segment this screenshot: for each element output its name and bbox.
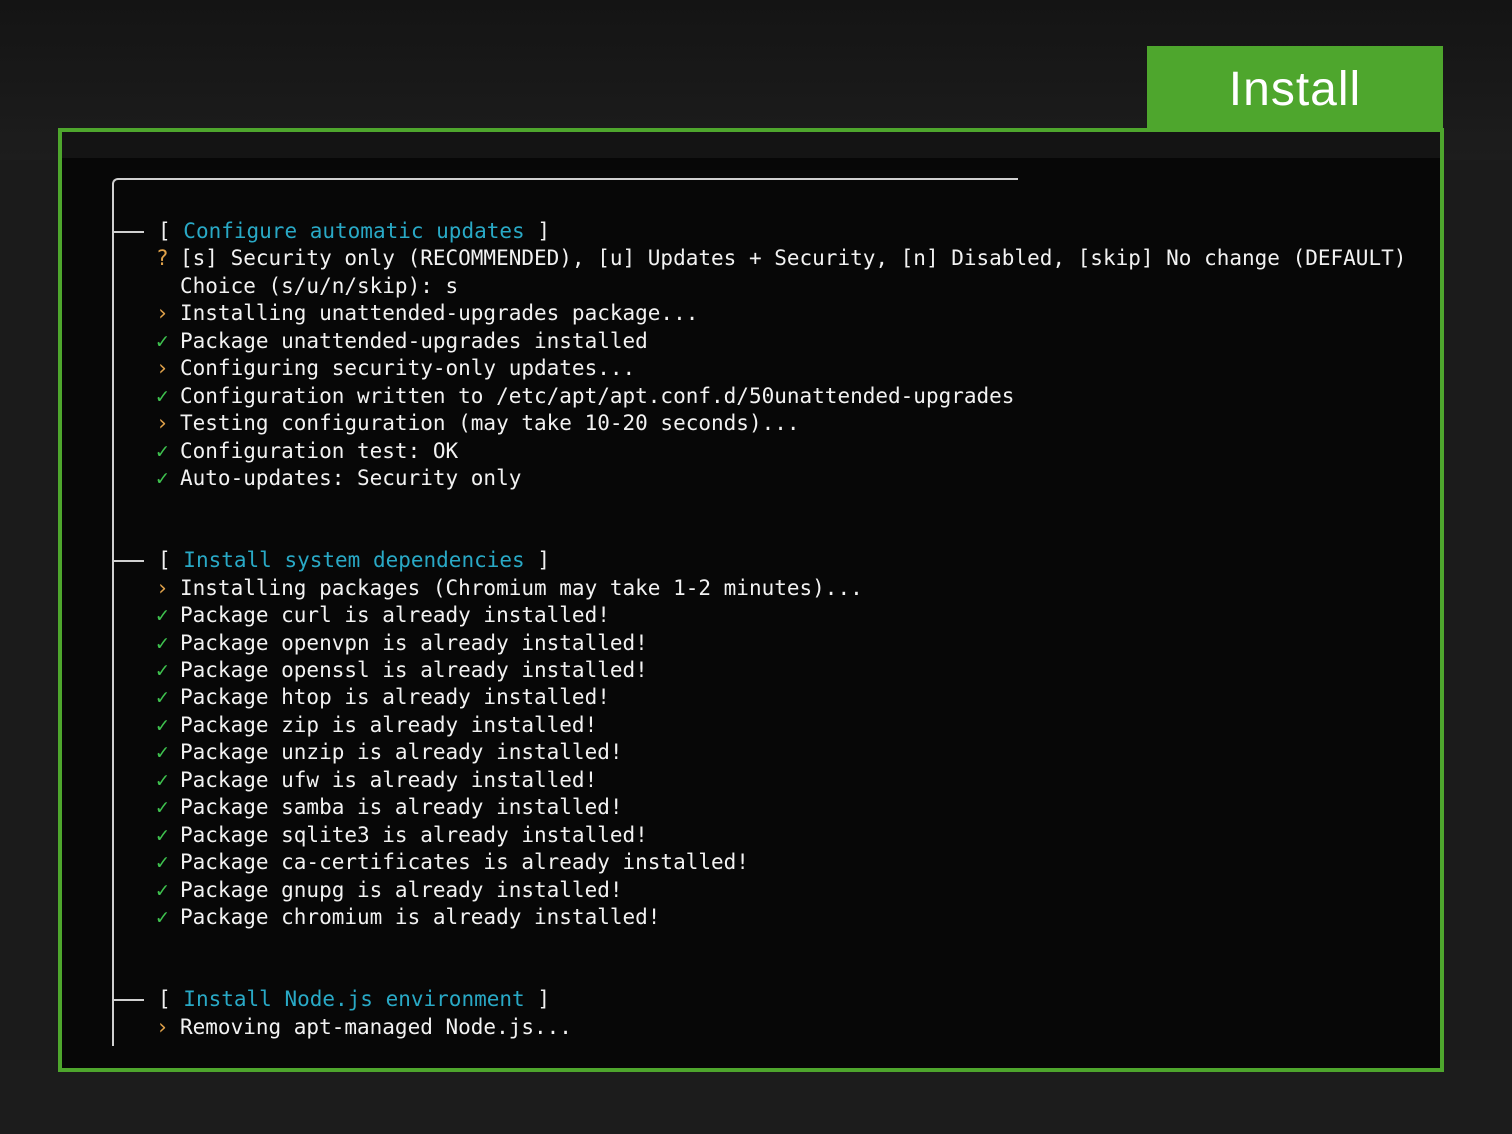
arrow-icon: › (156, 411, 169, 436)
check-icon: ✓ (156, 465, 169, 490)
section-title: Configure automatic updates (183, 219, 525, 243)
log-line: ✓ Package openvpn is already installed! (112, 630, 1406, 657)
log-line: ✓ Configuration test: OK (112, 438, 1406, 465)
tree-top-line (112, 178, 1018, 192)
log-line: ✓ Package unattended-upgrades installed (112, 328, 1406, 355)
log-line: ✓ Package htop is already installed! (112, 684, 1406, 711)
log-text: Package sqlite3 is already installed! (180, 822, 648, 847)
log-line: ✓ Package samba is already installed! (112, 794, 1406, 821)
question-icon: ? (156, 246, 169, 271)
install-title-tab: Install (1147, 46, 1443, 132)
blank-line (112, 959, 1406, 986)
check-icon: ✓ (156, 877, 169, 902)
log-text: Configuring security-only updates... (180, 356, 636, 381)
log-text: Package chromium is already installed! (180, 904, 661, 929)
blank-line (112, 520, 1406, 547)
check-icon: ✓ (156, 740, 169, 765)
check-icon: ✓ (156, 685, 169, 710)
log-text: [s] Security only (RECOMMENDED), [u] Upd… (180, 246, 1407, 271)
log-text: Configuration test: OK (180, 438, 459, 463)
check-icon: ✓ (156, 383, 169, 408)
log-text: Package zip is already installed! (180, 712, 598, 737)
log-line: ✓ Package openssl is already installed! (112, 657, 1406, 684)
check-icon: ✓ (156, 603, 169, 628)
bracket-close: ] (524, 987, 550, 1012)
bracket-close: ] (524, 548, 550, 573)
tree-branch (112, 231, 144, 233)
log-text: Package gnupg is already installed! (180, 877, 623, 902)
arrow-icon: › (156, 1014, 169, 1039)
tree-branch (112, 999, 144, 1002)
log-line: › Removing apt-managed Node.js... (112, 1014, 1406, 1041)
blank-line (112, 492, 1406, 519)
log-line: › Testing configuration (may take 10-20 s… (112, 410, 1406, 437)
bracket-open: [ (158, 548, 184, 573)
bracket-open: [ (158, 219, 184, 243)
log-text: Testing configuration (may take 10-20 se… (180, 411, 800, 436)
log-line: › Installing packages (Chromium may take … (112, 575, 1406, 602)
log-line: › Configuring security-only updates... (112, 355, 1406, 382)
blank-line (112, 931, 1406, 958)
log-text: Package samba is already installed! (180, 795, 623, 820)
log-text: Configuration written to /etc/apt/apt.co… (180, 383, 1015, 408)
log-line: Choice (s/u/n/skip): s (112, 273, 1406, 300)
tree-branch (112, 560, 144, 563)
log-text: Installing unattended-upgrades package..… (180, 301, 699, 326)
terminal-top-band (62, 132, 1440, 158)
log-line: ✓ Package chromium is already installed! (112, 904, 1406, 931)
log-line: ✓ Package ca-certificates is already inst… (112, 849, 1406, 876)
log-text: Package curl is already installed! (180, 603, 610, 628)
log-text: Auto-updates: Security only (180, 465, 522, 490)
bracket-close: ] (524, 219, 550, 243)
log-text: Installing packages (Chromium may take 1… (180, 575, 863, 600)
check-icon: ✓ (156, 712, 169, 737)
arrow-icon: › (156, 301, 169, 326)
log-text: Package htop is already installed! (180, 685, 610, 710)
arrow-icon: › (156, 575, 169, 600)
section-header: [ Configure automatic updates ] (112, 218, 1406, 245)
log-line: ✓ Package gnupg is already installed! (112, 877, 1406, 904)
section-title: Install system dependencies (183, 548, 525, 573)
check-icon: ✓ (156, 767, 169, 792)
log-text: Package unzip is already installed! (180, 740, 623, 765)
arrow-icon: › (156, 356, 169, 381)
check-icon: ✓ (156, 328, 169, 353)
check-icon: ✓ (156, 658, 169, 682)
terminal-frame: [ Configure automatic updates ]? [s] Secu… (58, 128, 1444, 1072)
terminal-output: [ Configure automatic updates ]? [s] Secu… (112, 218, 1406, 1041)
log-text: Package openssl is already installed! (180, 658, 648, 682)
section-header: [ Install Node.js environment ] (112, 986, 1406, 1013)
check-icon: ✓ (156, 438, 169, 463)
check-icon: ✓ (156, 795, 169, 820)
check-icon: ✓ (156, 822, 169, 847)
section-header: [ Install system dependencies ] (112, 547, 1406, 574)
section-title: Install Node.js environment (183, 987, 525, 1012)
check-icon: ✓ (156, 850, 169, 875)
check-icon: ✓ (156, 630, 169, 655)
log-line: ✓ Package ufw is already installed! (112, 767, 1406, 794)
log-line: ✓ Package curl is already installed! (112, 602, 1406, 629)
log-text: Package unattended-upgrades installed (180, 328, 648, 353)
log-text: Package ca-certificates is already insta… (180, 850, 749, 875)
log-line: ✓ Package sqlite3 is already installed! (112, 822, 1406, 849)
log-text: Choice (s/u/n/skip): s (180, 273, 459, 298)
log-line: › Installing unattended-upgrades package.… (112, 300, 1406, 327)
log-line: ✓ Package zip is already installed! (112, 712, 1406, 739)
log-text: Removing apt-managed Node.js... (180, 1014, 572, 1039)
bracket-open: [ (158, 987, 184, 1012)
log-line: ✓ Package unzip is already installed! (112, 739, 1406, 766)
check-icon: ✓ (156, 904, 169, 929)
log-line: ? [s] Security only (RECOMMENDED), [u] Up… (112, 245, 1406, 272)
log-line: ✓ Configuration written to /etc/apt/apt.c… (112, 383, 1406, 410)
log-text: Package openvpn is already installed! (180, 630, 648, 655)
log-text: Package ufw is already installed! (180, 767, 598, 792)
log-line: ✓ Auto-updates: Security only (112, 465, 1406, 492)
